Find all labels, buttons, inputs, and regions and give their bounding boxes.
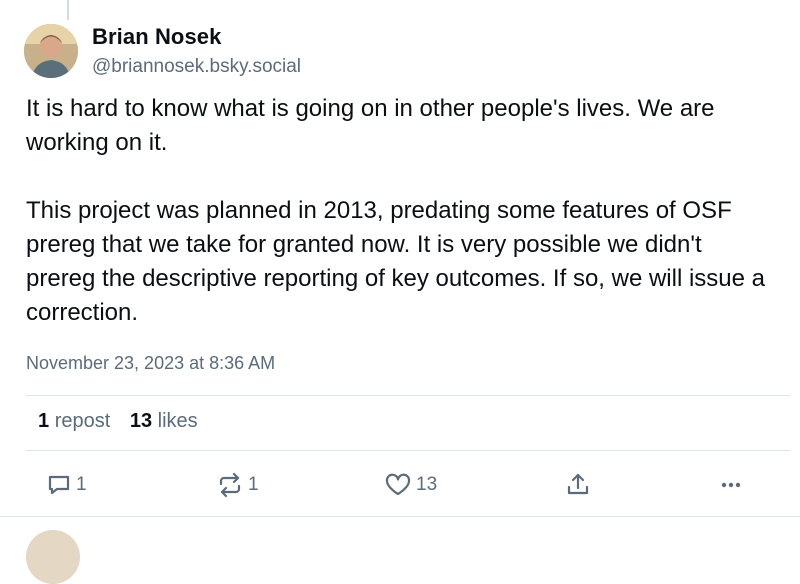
next-post-avatar[interactable] [26,530,80,584]
post-text: It is hard to know what is going on in o… [26,92,776,330]
reply-button[interactable]: 1 [46,470,87,500]
engagement-stats: 1 repost 13 likes [38,410,212,433]
ellipsis-icon [718,472,744,498]
reply-count: 1 [76,474,87,495]
divider [26,450,790,451]
like-stat-label: likes [157,410,198,432]
post-timestamp: November 23, 2023 at 8:36 AM [26,353,276,373]
more-options-button[interactable] [718,470,744,500]
like-button[interactable]: 13 [384,470,437,500]
avatar[interactable] [24,24,78,78]
repost-count: 1 [248,474,259,495]
post-paragraph: This project was planned in 2013, predat… [26,197,766,326]
share-upload-icon [565,472,591,498]
heart-icon [384,472,412,498]
divider [0,516,800,517]
like-stat[interactable]: 13 likes [130,410,198,432]
like-stat-count: 13 [129,410,153,432]
author-handle[interactable]: @briannosek.bsky.social [92,56,301,78]
post: Brian Nosek @briannosek.bsky.social It i… [0,0,800,584]
post-paragraph: It is hard to know what is going on in o… [26,95,715,156]
share-button[interactable] [565,470,591,500]
divider [26,395,790,396]
repost-stat[interactable]: 1 repost [38,410,110,432]
repost-stat-count: 1 [38,410,50,432]
like-count: 13 [416,474,438,495]
repost-stat-label: repost [54,410,111,432]
speech-bubble-icon [46,472,72,498]
author-name[interactable]: Brian Nosek [92,24,221,50]
repost-arrows-icon [216,472,244,498]
repost-button[interactable]: 1 [216,470,259,500]
